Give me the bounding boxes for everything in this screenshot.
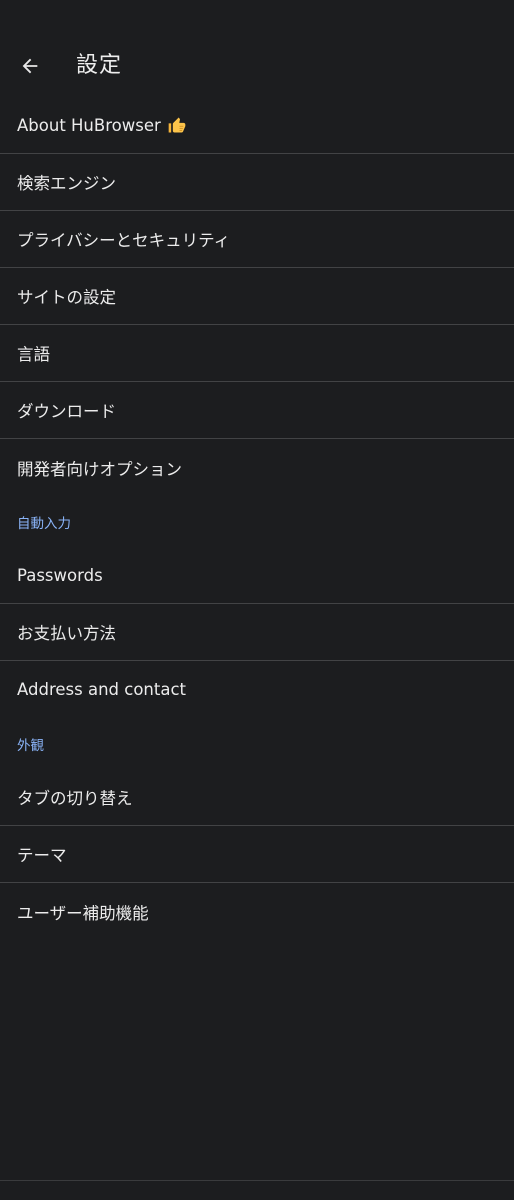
settings-item-passwords[interactable]: Passwords bbox=[0, 547, 514, 604]
settings-item-label: 開発者向けオプション bbox=[17, 459, 182, 479]
settings-item-downloads[interactable]: ダウンロード bbox=[0, 382, 514, 439]
arrow-back-icon bbox=[22, 58, 38, 74]
bottom-divider bbox=[0, 1180, 514, 1181]
settings-item-theme[interactable]: テーマ bbox=[0, 826, 514, 883]
settings-item-label: ダウンロード bbox=[17, 402, 116, 421]
settings-item-label: サイトの設定 bbox=[17, 288, 116, 307]
settings-item-label: Passwords bbox=[17, 565, 103, 585]
settings-item-label: プライバシーとセキュリティ bbox=[17, 231, 231, 250]
settings-list: About HuBrowser 検索エンジン プライバシーとセキュリティ サイト… bbox=[0, 97, 514, 940]
back-button[interactable] bbox=[14, 50, 46, 82]
settings-item-site-settings[interactable]: サイトの設定 bbox=[0, 268, 514, 325]
thumbs-up-icon bbox=[167, 115, 187, 135]
settings-item-privacy-security[interactable]: プライバシーとセキュリティ bbox=[0, 211, 514, 268]
settings-item-accessibility[interactable]: ユーザー補助機能 bbox=[0, 883, 514, 940]
page-title: 設定 bbox=[76, 53, 123, 78]
settings-item-address-contact[interactable]: Address and contact bbox=[0, 661, 514, 718]
settings-item-label: テーマ bbox=[17, 846, 67, 865]
settings-item-language[interactable]: 言語 bbox=[0, 325, 514, 382]
settings-item-label: ユーザー補助機能 bbox=[17, 903, 149, 923]
settings-item-tab-switcher[interactable]: タブの切り替え bbox=[0, 769, 514, 826]
settings-item-label: タブの切り替え bbox=[17, 789, 133, 808]
settings-item-label: Address and contact bbox=[17, 680, 186, 699]
settings-item-payment-methods[interactable]: お支払い方法 bbox=[0, 604, 514, 661]
settings-item-developer-options[interactable]: 開発者向けオプション bbox=[0, 439, 514, 496]
section-header-appearance: 外観 bbox=[17, 737, 44, 754]
app-bar: 設定 bbox=[0, 40, 514, 94]
settings-item-label: お支払い方法 bbox=[17, 624, 116, 643]
section-header-autofill: 自動入力 bbox=[17, 515, 71, 532]
settings-item-label: About HuBrowser bbox=[17, 115, 161, 135]
settings-item-search-engine[interactable]: 検索エンジン bbox=[0, 154, 514, 211]
settings-item-label: 検索エンジン bbox=[17, 174, 116, 193]
settings-item-label: 言語 bbox=[17, 345, 50, 364]
settings-item-about[interactable]: About HuBrowser bbox=[0, 97, 514, 154]
